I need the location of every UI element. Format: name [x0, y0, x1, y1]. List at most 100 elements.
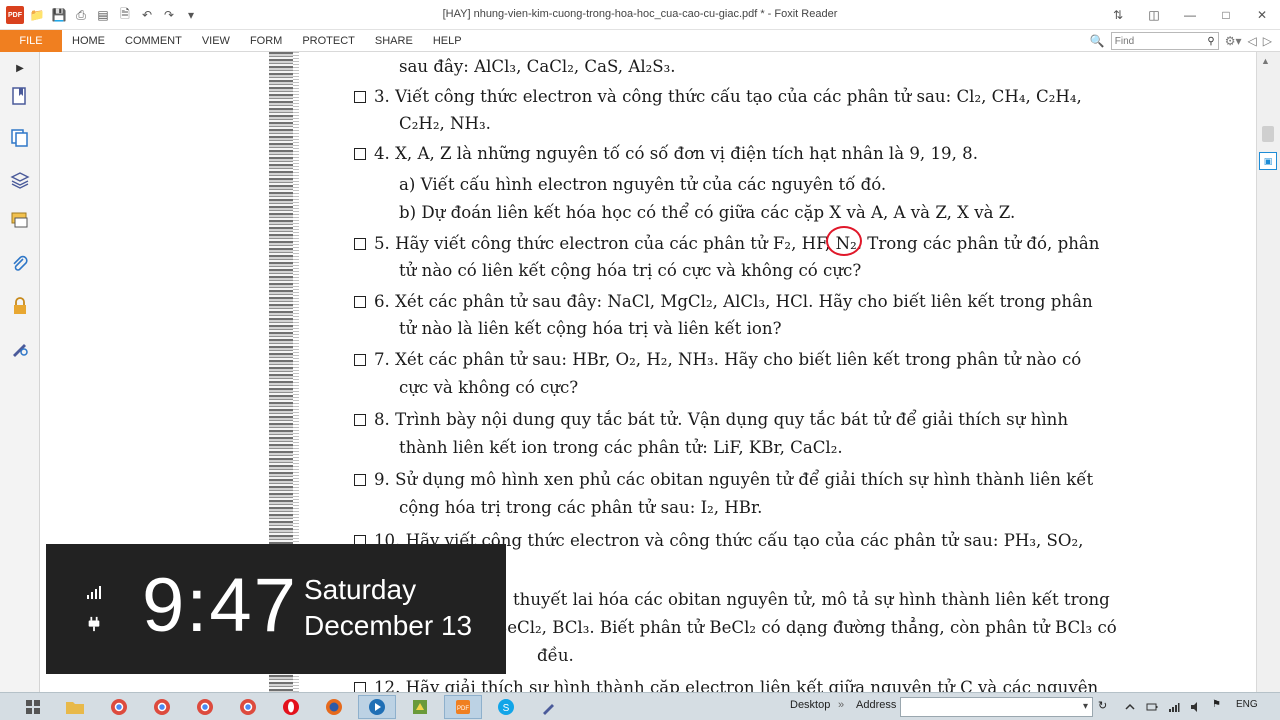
doc-line: 4. X, A, Z là những nguyên tố có số đơn …	[354, 144, 978, 163]
checkbox-icon	[354, 296, 366, 308]
close-button[interactable]: ✕	[1244, 0, 1280, 30]
ribbon-tabs: FILE HOME COMMENT VIEW FORM PROTECT SHAR…	[0, 30, 1280, 52]
security-lock-icon[interactable]	[8, 294, 32, 318]
doc-line: 6. Xét các phân tử sau đây: NaCl, MgCl₂,…	[354, 292, 1093, 311]
battery-icon[interactable]	[1146, 701, 1158, 713]
annotation-circle[interactable]	[826, 226, 862, 256]
foxit-reader-window: PDF 📁 💾 ⎙ ▤ 🗎 ↶ ↷ ▾ [HAY] nhung-vien-kim…	[0, 0, 1280, 720]
desktop-label[interactable]: Desktop	[790, 699, 830, 711]
tab-help[interactable]: HELP	[423, 30, 472, 52]
checkbox-icon	[354, 682, 366, 692]
checkbox-icon	[354, 354, 366, 366]
page-thumbnails-icon[interactable]	[8, 126, 32, 150]
chrome-icon[interactable]	[229, 695, 267, 719]
find-box: ⚲	[1110, 32, 1219, 50]
doc-line: 3. Viết công thức electron và công thức …	[354, 87, 1082, 106]
clock-day: Saturday	[304, 574, 417, 605]
checkbox-icon	[354, 148, 366, 160]
side-panel-toggle-icon[interactable]: ▣	[1259, 152, 1277, 170]
chrome-icon[interactable]	[100, 695, 138, 719]
doc-line: a) Viết cấu hình electron nguyên tử của …	[399, 175, 887, 194]
network-signal-icon	[87, 586, 101, 599]
scroll-thumb[interactable]	[1262, 126, 1274, 142]
layers-icon[interactable]	[8, 168, 32, 192]
doc-line: b) Dự đoán liên kết hóa học có thể có gi…	[399, 203, 1016, 222]
doc-line: cộng hóa trị trong các phân tử sau: I₂, …	[399, 498, 763, 517]
refresh-icon[interactable]: ↻	[1098, 699, 1107, 712]
svg-text:S: S	[503, 703, 510, 714]
foxit-reader-taskbar-icon[interactable]: PDF	[444, 695, 482, 719]
doc-line: 12. Hãy giải thích sự hình thành cặp ele…	[354, 678, 1098, 692]
search-icon[interactable]: ⚲	[1207, 36, 1214, 47]
next-result-icon[interactable]: ▷	[1263, 34, 1272, 48]
doc-text: 4. X, A, Z là những nguyên tố có số đơn …	[374, 144, 978, 163]
signature-tool-icon[interactable]	[8, 336, 32, 360]
skype-icon[interactable]: S	[487, 695, 525, 719]
chrome-icon[interactable]	[143, 695, 181, 719]
svg-text:PDF: PDF	[457, 706, 469, 712]
doc-text: 12. Hãy giải thích sự hình thành cặp ele…	[374, 678, 1099, 692]
opera-icon[interactable]	[272, 695, 310, 719]
clock-date: December 13	[304, 610, 473, 641]
tray-arrow-icon[interactable]	[1124, 701, 1136, 713]
taskbar: PDF S Desktop » Address ▾ ↻ ⚑ ENG	[0, 692, 1280, 720]
power-plug-icon	[88, 616, 100, 632]
doc-line: 9. Sử dụng mô hình xen phủ các obitan ng…	[354, 470, 1093, 489]
expand-panel-icon[interactable]: ▶	[8, 56, 32, 80]
firefox-icon[interactable]	[315, 695, 353, 719]
find-input[interactable]	[1114, 35, 1201, 47]
maximize-button[interactable]: □	[1208, 0, 1244, 30]
checkbox-icon	[354, 238, 366, 250]
doc-line: 7. Xét các phân tử sau: HBr, O₂, H₂, NH₃…	[354, 350, 1081, 369]
chevron-icon[interactable]: »	[838, 699, 844, 711]
collapse-ribbon-icon[interactable]: ◫	[1136, 0, 1172, 30]
volume-icon[interactable]	[1190, 701, 1202, 713]
clock-time: 9:47	[142, 563, 298, 648]
doc-line: đều.	[537, 646, 574, 665]
ribbon: FILE HOME COMMENT VIEW FORM PROTECT SHAR…	[0, 30, 1280, 52]
scroll-up-arrow-icon[interactable]: ▲	[1261, 56, 1270, 66]
tab-home[interactable]: HOME	[62, 30, 115, 52]
media-player-icon[interactable]	[358, 695, 396, 719]
checkbox-icon	[354, 91, 366, 103]
doc-line: tử nào là liên kết cộng hóa trị và liên …	[399, 319, 782, 338]
doc-line: thuyết lai hóa các obitan nguyên tử, mô …	[513, 590, 1110, 609]
bookmarks-icon[interactable]	[8, 84, 32, 108]
tab-view[interactable]: VIEW	[192, 30, 240, 52]
search-folder-icon[interactable]: 🔍	[1090, 34, 1105, 48]
tab-share[interactable]: SHARE	[365, 30, 423, 52]
network-icon[interactable]	[1168, 701, 1180, 713]
tab-protect[interactable]: PROTECT	[292, 30, 365, 52]
app-icon[interactable]	[401, 695, 439, 719]
doc-line: sau đây: AlCl₃, CaCl₂, CaS, Al₂S₃.	[399, 57, 676, 76]
address-bar[interactable]: ▾	[900, 697, 1093, 717]
doc-text: 3. Viết công thức electron và công thức …	[374, 87, 1082, 106]
file-explorer-icon[interactable]	[56, 695, 94, 719]
window-title: [HAY] nhung-vien-kim-cuong-trong-hoa-hoc…	[442, 8, 838, 20]
attachments-icon[interactable]	[8, 252, 32, 276]
settings-gear-icon[interactable]: ⚙▾	[1225, 34, 1242, 48]
navigation-panel: ▶	[0, 52, 40, 692]
tab-file[interactable]: FILE	[0, 30, 62, 52]
language-indicator[interactable]: ENG	[1236, 699, 1258, 710]
window-controls: ⇅ ◫ — □ ✕	[1100, 0, 1280, 30]
ribbon-right-tools: 🔍 ⚲ ⚙▾ ◁ ▷	[1090, 30, 1280, 52]
tools-icon[interactable]	[530, 695, 568, 719]
comments-icon[interactable]	[8, 208, 32, 232]
vertical-scrollbar[interactable]: ▲ ▣	[1256, 52, 1280, 692]
doc-text: 8. Trình bày nội dung quy tắc bát tử. Vậ…	[374, 410, 1069, 429]
doc-line: 8. Trình bày nội dung quy tắc bát tử. Vậ…	[354, 410, 1068, 429]
minimize-button[interactable]: —	[1172, 0, 1208, 30]
doc-line: BeCl₂, BCl₃. Biết phân tử BeCl₂ có dạng …	[495, 618, 1117, 637]
flag-icon[interactable]: ⚑	[1212, 699, 1221, 710]
doc-text: 5. Hãy viết công thức electron của các p…	[374, 234, 1100, 253]
restore-layout-icon[interactable]: ⇅	[1100, 0, 1136, 30]
doc-line: 5. Hãy viết công thức electron của các p…	[354, 234, 1099, 253]
tab-comment[interactable]: COMMENT	[115, 30, 192, 52]
tab-form[interactable]: FORM	[240, 30, 292, 52]
chrome-icon[interactable]	[186, 695, 224, 719]
doc-line: C₂H₂, NH₃.	[399, 114, 491, 133]
previous-result-icon[interactable]: ◁	[1248, 34, 1257, 48]
clock-overlay: 9:47 Saturday December 13	[46, 544, 506, 674]
start-button[interactable]	[14, 695, 52, 719]
